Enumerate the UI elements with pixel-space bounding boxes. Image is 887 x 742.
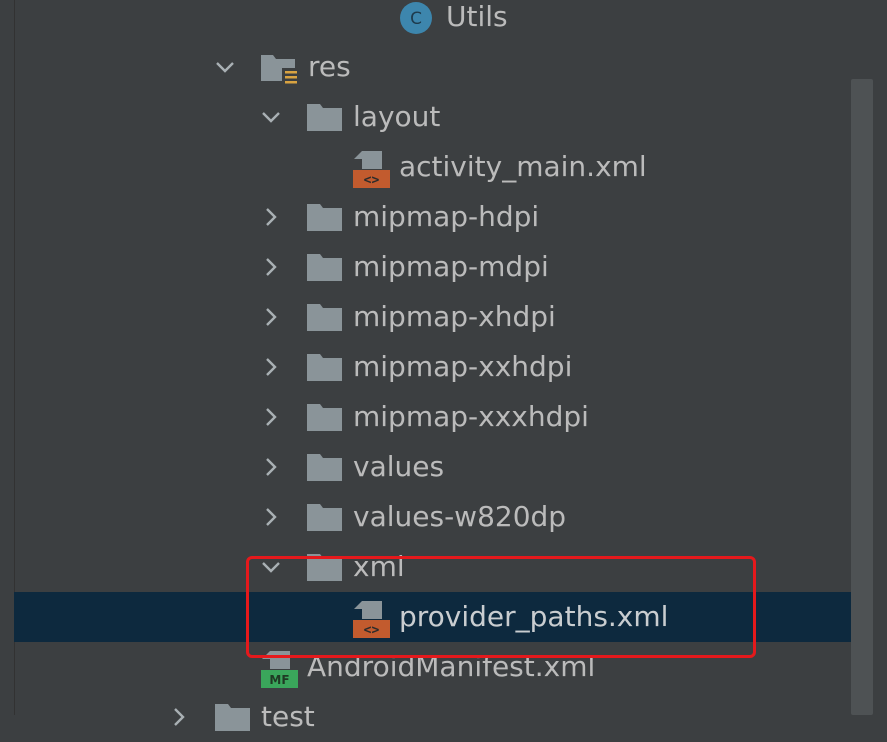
folder-icon (307, 504, 342, 531)
tree-item-utils[interactable]: C Utils (14, 0, 851, 42)
tree-item-label: layout (353, 100, 441, 133)
vertical-scrollbar-thumb[interactable] (851, 79, 873, 715)
svg-text:<>: <> (364, 173, 380, 188)
folder-icon (307, 454, 342, 481)
tree-item-mipmap-xhdpi[interactable]: mipmap-xhdpi (14, 292, 851, 342)
folder-icon (307, 404, 342, 431)
folder-icon (307, 204, 342, 231)
tree-item-activity-main-xml[interactable]: <> activity_main.xml (14, 142, 851, 192)
tree-item-label: mipmap-xhdpi (353, 300, 556, 333)
svg-text:C: C (410, 9, 422, 29)
tree-item-label: activity_main.xml (399, 150, 647, 183)
folder-icon (307, 254, 342, 281)
chevron-right-icon[interactable] (260, 206, 282, 228)
tree-item-label: test (261, 700, 315, 733)
chevron-down-icon[interactable] (214, 56, 236, 78)
tree-item-values-w820dp[interactable]: values-w820dp (14, 492, 851, 542)
chevron-right-icon[interactable] (260, 306, 282, 328)
tree-item-label: res (308, 50, 351, 83)
svg-text:MF: MF (269, 673, 289, 687)
tree-item-label: mipmap-xxhdpi (353, 350, 573, 383)
tree-item-label: mipmap-xxxhdpi (353, 400, 589, 433)
chevron-right-icon[interactable] (260, 356, 282, 378)
folder-icon (215, 704, 250, 731)
tree-item-label: values (353, 450, 445, 483)
tree-item-label: mipmap-hdpi (353, 200, 540, 233)
layout-xml-icon: <> (353, 151, 390, 188)
tree-item-test[interactable]: test (14, 692, 851, 742)
tree-item-res[interactable]: res (14, 42, 851, 92)
class-icon: C (400, 2, 432, 34)
folder-icon (307, 304, 342, 331)
left-gutter (0, 0, 15, 715)
tree-item-label: values-w820dp (353, 500, 567, 533)
tree-item-mipmap-xxhdpi[interactable]: mipmap-xxhdpi (14, 342, 851, 392)
tree-item-values[interactable]: values (14, 442, 851, 492)
tree-item-mipmap-xxxhdpi[interactable]: mipmap-xxxhdpi (14, 392, 851, 442)
tree-item-mipmap-hdpi[interactable]: mipmap-hdpi (14, 192, 851, 242)
folder-icon (307, 104, 342, 131)
chevron-right-icon[interactable] (260, 456, 282, 478)
tree-item-label: mipmap-mdpi (353, 250, 549, 283)
tree-item-layout[interactable]: layout (14, 92, 851, 142)
resource-folder-icon (261, 55, 298, 85)
folder-icon (307, 354, 342, 381)
annotation-highlight-box (246, 556, 756, 658)
chevron-right-icon[interactable] (260, 506, 282, 528)
chevron-right-icon[interactable] (260, 256, 282, 278)
tree-item-mipmap-mdpi[interactable]: mipmap-mdpi (14, 242, 851, 292)
chevron-down-icon[interactable] (260, 106, 282, 128)
chevron-right-icon[interactable] (168, 706, 190, 728)
chevron-right-icon[interactable] (260, 406, 282, 428)
tree-item-label: Utils (446, 0, 508, 33)
